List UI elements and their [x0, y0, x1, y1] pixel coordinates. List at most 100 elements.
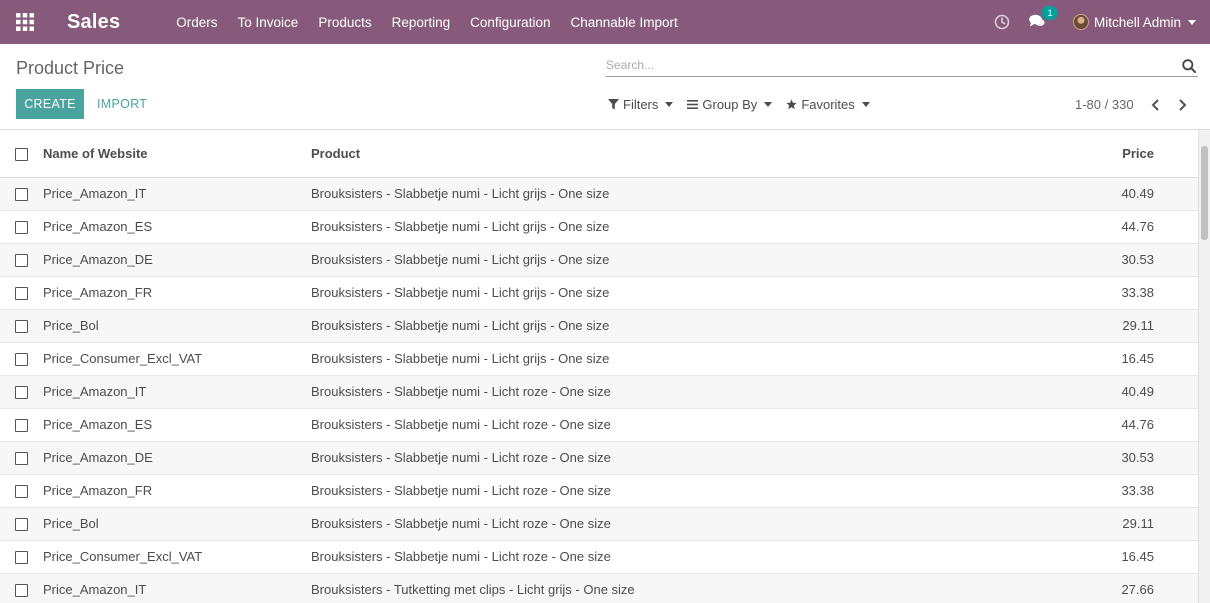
app-name[interactable]: Sales: [67, 11, 120, 34]
search-icon[interactable]: [1182, 59, 1196, 73]
row-select-cell: [0, 309, 43, 343]
row-checkbox[interactable]: [15, 254, 28, 268]
cell-product: Brouksisters - Slabbetje numi - Licht ro…: [311, 408, 1078, 442]
table-row[interactable]: Price_Amazon_FR Brouksisters - Slabbetje …: [0, 474, 1198, 508]
menu-channable-import[interactable]: Channable Import: [560, 15, 687, 30]
cell-product: Brouksisters - Slabbetje numi - Licht ro…: [311, 375, 1078, 409]
cell-name: Price_Amazon_ES: [43, 210, 311, 244]
cell-price: 29.11: [1078, 507, 1198, 541]
cell-name: Price_Amazon_FR: [43, 276, 311, 310]
top-navbar: Sales Orders To Invoice Products Reporti…: [0, 0, 1210, 44]
row-select-cell: [0, 441, 43, 475]
create-button[interactable]: CREATE: [16, 89, 84, 119]
table-row[interactable]: Price_Amazon_ES Brouksisters - Slabbetje …: [0, 408, 1198, 442]
table-row[interactable]: Price_Bol Brouksisters - Slabbetje numi -…: [0, 507, 1198, 541]
table-row[interactable]: Price_Amazon_IT Brouksisters - Slabbetje …: [0, 375, 1198, 409]
cell-product: Brouksisters - Slabbetje numi - Licht gr…: [311, 243, 1078, 277]
cell-name: Price_Amazon_ES: [43, 408, 311, 442]
cell-price: 33.38: [1078, 276, 1198, 310]
product-price-table: Name of Website Product Price Price_Amaz…: [0, 130, 1198, 603]
cell-name: Price_Amazon_IT: [43, 573, 311, 603]
row-checkbox[interactable]: [15, 353, 28, 367]
filters-dropdown[interactable]: Filters: [608, 97, 674, 112]
select-all-cell: [0, 130, 43, 178]
group-by-label: Group By: [702, 97, 758, 112]
menu-reporting[interactable]: Reporting: [382, 15, 461, 30]
table-row[interactable]: Price_Amazon_DE Brouksisters - Slabbetje …: [0, 243, 1198, 277]
search-bar: [606, 54, 1198, 77]
vertical-scrollbar[interactable]: [1198, 130, 1210, 603]
column-header-name[interactable]: Name of Website: [43, 130, 311, 178]
row-checkbox[interactable]: [15, 287, 28, 301]
main-menu: Orders To Invoice Products Reporting Con…: [166, 15, 688, 30]
row-checkbox[interactable]: [15, 485, 28, 499]
cell-name: Price_Consumer_Excl_VAT: [43, 342, 311, 376]
row-checkbox[interactable]: [15, 386, 28, 400]
clock-icon[interactable]: [994, 14, 1010, 30]
row-checkbox[interactable]: [15, 221, 28, 235]
table-row[interactable]: Price_Bol Brouksisters - Slabbetje numi -…: [0, 309, 1198, 343]
pager-value[interactable]: 1-80 / 330: [1075, 97, 1134, 112]
cell-price: 40.49: [1078, 177, 1198, 211]
cell-product: Brouksisters - Slabbetje numi - Licht ro…: [311, 507, 1078, 541]
table-row[interactable]: Price_Consumer_Excl_VAT Brouksisters - Sl…: [0, 540, 1198, 574]
pager-previous-button[interactable]: [1149, 98, 1163, 112]
user-menu[interactable]: Mitchell Admin: [1072, 14, 1196, 30]
row-select-cell: [0, 276, 43, 310]
cell-price: 16.45: [1078, 342, 1198, 376]
row-checkbox[interactable]: [15, 518, 28, 532]
star-icon: [786, 99, 797, 110]
cell-name: Price_Amazon_DE: [43, 441, 311, 475]
messaging-menu[interactable]: 1: [1029, 6, 1058, 30]
row-select-cell: [0, 342, 43, 376]
filter-icon: [608, 99, 619, 110]
row-select-cell: [0, 474, 43, 508]
list-view: Name of Website Product Price Price_Amaz…: [0, 130, 1198, 603]
group-by-dropdown[interactable]: Group By: [687, 97, 773, 112]
table-row[interactable]: Price_Consumer_Excl_VAT Brouksisters - Sl…: [0, 342, 1198, 376]
table-header-row: Name of Website Product Price: [0, 130, 1198, 178]
table-row[interactable]: Price_Amazon_IT Brouksisters - Slabbetje …: [0, 177, 1198, 211]
table-row[interactable]: Price_Amazon_FR Brouksisters - Slabbetje …: [0, 276, 1198, 310]
row-checkbox[interactable]: [15, 419, 28, 433]
chevron-down-icon: [665, 102, 674, 107]
cell-product: Brouksisters - Slabbetje numi - Licht gr…: [311, 177, 1078, 211]
scrollbar-thumb[interactable]: [1201, 146, 1208, 240]
chevron-right-icon: [1179, 98, 1187, 111]
row-checkbox[interactable]: [15, 188, 28, 202]
menu-orders[interactable]: Orders: [166, 15, 227, 30]
cell-product: Brouksisters - Slabbetje numi - Licht gr…: [311, 276, 1078, 310]
chevron-left-icon: [1151, 98, 1159, 111]
cell-price: 16.45: [1078, 540, 1198, 574]
cell-name: Price_Amazon_IT: [43, 177, 311, 211]
cell-product: Brouksisters - Slabbetje numi - Licht gr…: [311, 309, 1078, 343]
pager-next-button[interactable]: [1176, 98, 1190, 112]
table-row[interactable]: Price_Amazon_DE Brouksisters - Slabbetje …: [0, 441, 1198, 475]
cell-name: Price_Amazon_DE: [43, 243, 311, 277]
cell-name: Price_Bol: [43, 309, 311, 343]
user-name: Mitchell Admin: [1093, 14, 1181, 30]
row-checkbox[interactable]: [15, 584, 28, 598]
row-select-cell: [0, 210, 43, 244]
row-select-cell: [0, 573, 43, 603]
favorites-dropdown[interactable]: Favorites: [786, 97, 870, 112]
row-select-cell: [0, 408, 43, 442]
table-row[interactable]: Price_Amazon_ES Brouksisters - Slabbetje …: [0, 210, 1198, 244]
list-icon: [687, 100, 699, 109]
column-header-product[interactable]: Product: [311, 130, 1078, 178]
row-checkbox[interactable]: [15, 452, 28, 466]
pager: 1-80 / 330: [1075, 97, 1190, 112]
row-checkbox[interactable]: [15, 551, 28, 565]
search-input[interactable]: [606, 54, 1166, 76]
menu-configuration[interactable]: Configuration: [460, 15, 560, 30]
row-select-cell: [0, 540, 43, 574]
cell-product: Brouksisters - Slabbetje numi - Licht gr…: [311, 210, 1078, 244]
table-row[interactable]: Price_Amazon_IT Brouksisters - Tutketting…: [0, 573, 1198, 603]
select-all-checkbox[interactable]: [15, 147, 28, 161]
import-button[interactable]: IMPORT: [97, 97, 147, 111]
menu-to-invoice[interactable]: To Invoice: [228, 15, 309, 30]
apps-grid-icon[interactable]: [0, 0, 50, 44]
column-header-price[interactable]: Price: [1078, 130, 1198, 178]
row-checkbox[interactable]: [15, 320, 28, 334]
menu-products[interactable]: Products: [308, 15, 381, 30]
